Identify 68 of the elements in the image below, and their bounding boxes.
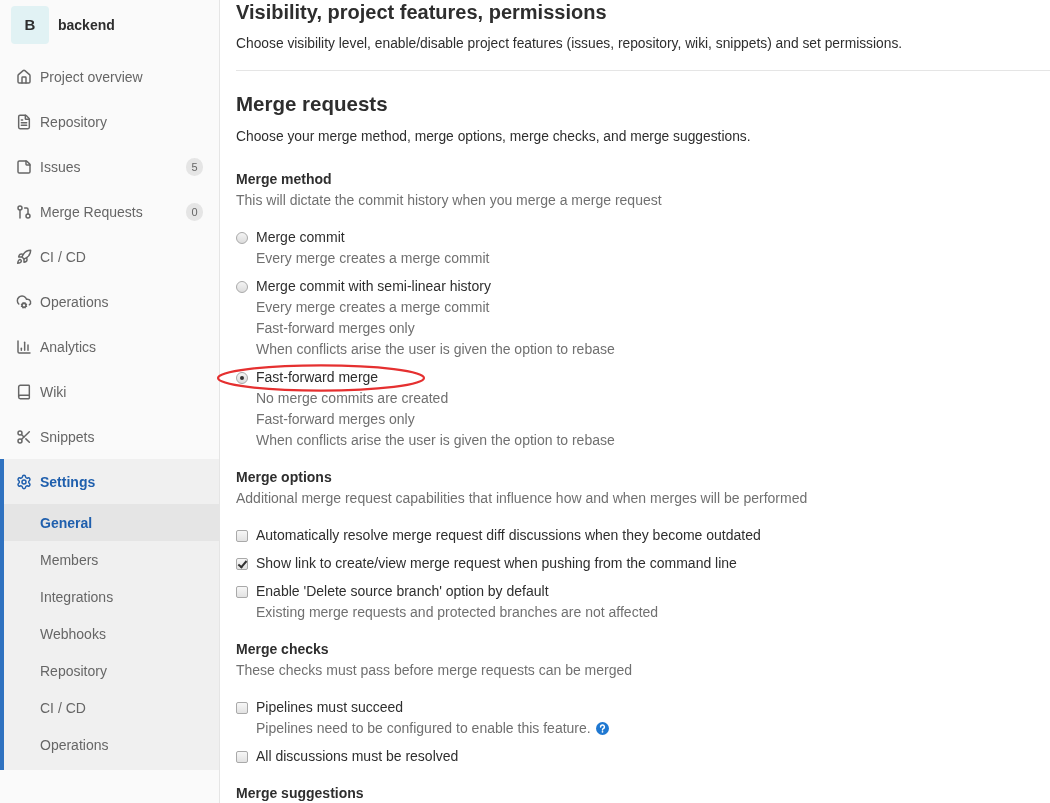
project-name[interactable]: backend: [58, 16, 115, 33]
book-icon: [16, 383, 32, 400]
group-description: These checks must pass before merge requests can be merged: [236, 661, 634, 680]
option-help-text: When conflicts arise the user is given the option to rebase: [256, 431, 615, 450]
count-badge: 0: [186, 202, 203, 221]
option-label[interactable]: Enable 'Delete source branch' option by default: [256, 581, 1050, 602]
nav-item[interactable]: Issues 5: [0, 144, 219, 189]
option-help-text: Fast-forward merges only: [256, 410, 415, 429]
group-title: Merge method: [236, 172, 333, 186]
nav-item[interactable]: Merge Requests 0: [0, 189, 219, 234]
nav-item[interactable]: Repository: [0, 99, 219, 144]
nav-subitem[interactable]: Webhooks: [4, 615, 219, 652]
option-help-text: No merge commits are created: [256, 389, 449, 408]
nav-subitem[interactable]: Operations: [4, 726, 219, 763]
rocket-icon: [16, 248, 32, 265]
group-title: Merge options: [236, 470, 333, 484]
option-label[interactable]: Automatically resolve merge request diff discussions when they become outdated: [256, 525, 1050, 546]
nav-item[interactable]: Analytics: [0, 324, 219, 369]
nav-subitem[interactable]: General: [4, 504, 219, 541]
radio-button[interactable]: [236, 231, 248, 244]
option-help-text: Existing merge requests and protected branches are not affected: [256, 603, 659, 622]
option-help-text: Every merge creates a merge commit: [256, 298, 490, 317]
option-help-text: Fast-forward merges only: [256, 319, 415, 338]
note-icon: [16, 158, 32, 175]
group-description: Additional merge request capabilities that influence how and when merges will be performed: [236, 489, 809, 508]
help-icon[interactable]: [595, 722, 609, 735]
pull-request-icon: [16, 203, 32, 220]
nav-subitem[interactable]: Integrations: [4, 578, 219, 615]
nav-item[interactable]: Settings: [4, 459, 219, 504]
nav-item[interactable]: Operations: [0, 279, 219, 324]
checkbox[interactable]: [236, 585, 248, 598]
bar-chart-icon: [16, 338, 32, 355]
nav-subitem[interactable]: Repository: [4, 652, 219, 689]
checkbox[interactable]: [236, 529, 248, 542]
nav-item[interactable]: CI / CD: [0, 234, 219, 279]
nav-item[interactable]: Snippets: [0, 414, 219, 459]
nav-item[interactable]: Wiki: [0, 369, 219, 414]
project-avatar: B: [11, 5, 49, 44]
home-icon: [16, 68, 32, 85]
section-description: Choose your merge method, merge options, merge checks, and merge suggestions.: [236, 128, 752, 146]
option-label[interactable]: Merge commit: [256, 227, 1050, 248]
group-title: Merge suggestions: [236, 786, 365, 800]
count-badge: 5: [186, 157, 203, 176]
option-help-text: Pipelines need to be configured to enable this feature.: [256, 719, 591, 738]
option-label[interactable]: Fast-forward merge: [256, 367, 1050, 388]
checkbox[interactable]: [236, 557, 248, 570]
nav-subitem[interactable]: CI / CD: [4, 689, 219, 726]
nav-subitem[interactable]: Members: [4, 541, 219, 578]
option-help-text: Every merge creates a merge commit: [256, 249, 490, 268]
option-label[interactable]: Merge commit with semi-linear history: [256, 276, 1050, 297]
option-label[interactable]: Pipelines must succeed: [256, 697, 1050, 718]
section-title: Visibility, project features, permissions: [236, 0, 608, 24]
document-icon: [16, 113, 32, 130]
settings-icon: [16, 473, 32, 490]
option-label[interactable]: All discussions must be resolved: [256, 746, 1050, 767]
group-description: This will dictate the commit history when you merge a merge request: [236, 191, 663, 210]
section-description: Choose visibility level, enable/disable project features (issues, repository, wiki, snippets) and set permissions.: [236, 35, 904, 53]
radio-button[interactable]: [236, 280, 248, 293]
option-help-text: When conflicts arise the user is given the option to rebase: [256, 340, 615, 359]
cloud-gear-icon: [16, 293, 32, 310]
nav-item[interactable]: Project overview: [0, 54, 219, 99]
section-title: Merge requests: [236, 92, 389, 116]
option-label[interactable]: Show link to create/view merge request when pushing from the command line: [256, 553, 1050, 574]
group-title: Merge checks: [236, 642, 330, 656]
scissors-icon: [16, 428, 32, 445]
checkbox[interactable]: [236, 750, 248, 763]
radio-button[interactable]: [236, 371, 248, 384]
checkbox[interactable]: [236, 701, 248, 714]
